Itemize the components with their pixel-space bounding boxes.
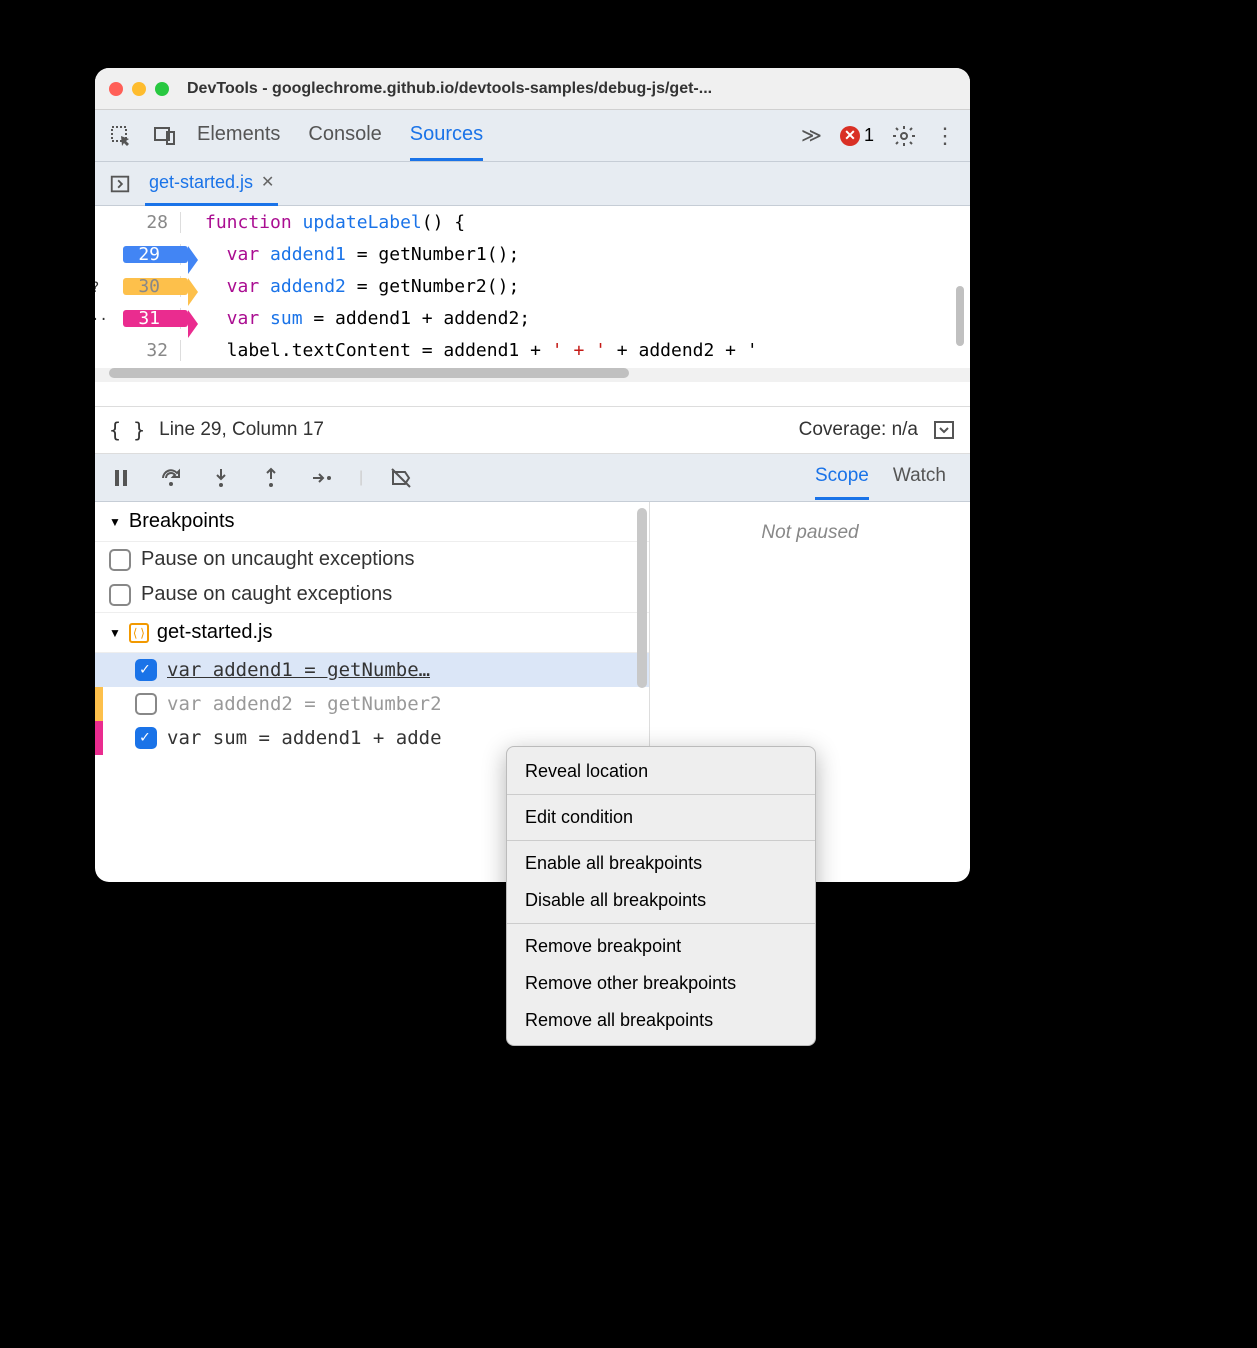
js-file-icon: ⟨⟩ bbox=[129, 623, 149, 643]
main-toolbar: Elements Console Sources ≫ ✕ 1 ⋮ bbox=[95, 110, 970, 162]
tab-console[interactable]: Console bbox=[308, 111, 381, 161]
tab-scope[interactable]: Scope bbox=[815, 455, 869, 500]
panel-scrollbar[interactable] bbox=[637, 508, 649, 688]
breakpoint-checkbox[interactable] bbox=[135, 693, 157, 715]
step-into-icon[interactable] bbox=[209, 466, 233, 490]
window-title: DevTools - googlechrome.github.io/devtoo… bbox=[187, 80, 712, 98]
collapse-panel-icon[interactable] bbox=[932, 418, 956, 442]
status-bar: { } Line 29, Column 17 Coverage: n/a bbox=[95, 406, 970, 454]
error-icon: ✕ bbox=[840, 126, 860, 146]
menu-separator bbox=[507, 794, 815, 795]
coverage-status: Coverage: n/a bbox=[799, 419, 918, 441]
code-editor[interactable]: 28function updateLabel() {29 var addend1… bbox=[95, 206, 970, 406]
line-number[interactable]: ?30 bbox=[95, 276, 180, 297]
breakpoints-header[interactable]: ▼ Breakpoints bbox=[95, 502, 649, 542]
toolbar-right: ≫ ✕ 1 ⋮ bbox=[801, 123, 956, 149]
maximize-window-button[interactable] bbox=[155, 82, 169, 96]
breakpoint-stripe bbox=[95, 687, 103, 721]
menu-item[interactable]: Edit condition bbox=[507, 799, 815, 836]
error-count: 1 bbox=[864, 125, 874, 146]
code-content: var sum = addend1 + addend2; bbox=[180, 308, 530, 329]
menu-separator bbox=[507, 840, 815, 841]
pause-icon[interactable] bbox=[109, 466, 133, 490]
disclosure-triangle-icon: ▼ bbox=[109, 626, 121, 640]
pause-uncaught-checkbox[interactable] bbox=[109, 549, 131, 571]
pause-caught-checkbox[interactable] bbox=[109, 584, 131, 606]
close-window-button[interactable] bbox=[109, 82, 123, 96]
step-over-icon[interactable] bbox=[159, 466, 183, 490]
code-content: function updateLabel() { bbox=[180, 212, 465, 233]
menu-separator bbox=[507, 923, 815, 924]
code-line[interactable]: ?30 var addend2 = getNumber2(); bbox=[95, 270, 970, 302]
more-tabs-icon[interactable]: ≫ bbox=[801, 123, 822, 148]
menu-item[interactable]: Remove breakpoint bbox=[507, 928, 815, 965]
menu-item[interactable]: Disable all breakpoints bbox=[507, 882, 815, 919]
breakpoint-label: var sum = addend1 + adde bbox=[167, 727, 442, 749]
cursor-position: Line 29, Column 17 bbox=[159, 419, 324, 441]
line-number[interactable]: ··31 bbox=[95, 308, 180, 329]
code-line[interactable]: ··31 var sum = addend1 + addend2; bbox=[95, 302, 970, 334]
titlebar: DevTools - googlechrome.github.io/devtoo… bbox=[95, 68, 970, 110]
tab-elements[interactable]: Elements bbox=[197, 111, 280, 161]
main-tabs: Elements Console Sources bbox=[197, 111, 781, 161]
file-tab-label: get-started.js bbox=[149, 172, 253, 193]
debug-toolbar: | Scope Watch bbox=[95, 454, 970, 502]
file-tabbar: get-started.js ✕ bbox=[95, 162, 970, 206]
breakpoint-label: var addend2 = getNumber2 bbox=[167, 693, 442, 715]
kebab-menu-icon[interactable]: ⋮ bbox=[934, 123, 956, 149]
line-number[interactable]: 28 bbox=[95, 212, 180, 233]
disclosure-triangle-icon: ▼ bbox=[109, 515, 121, 529]
line-number[interactable]: 29 bbox=[95, 244, 180, 265]
pause-caught-label: Pause on caught exceptions bbox=[141, 583, 392, 606]
breakpoint-file-label: get-started.js bbox=[157, 621, 273, 644]
breakpoint-stripe bbox=[95, 721, 103, 755]
code-content: var addend2 = getNumber2(); bbox=[180, 276, 519, 297]
menu-item[interactable]: Reveal location bbox=[507, 753, 815, 790]
breakpoint-label: var addend1 = getNumbe… bbox=[167, 659, 430, 681]
step-out-icon[interactable] bbox=[259, 466, 283, 490]
context-menu: Reveal location Edit condition Enable al… bbox=[506, 746, 816, 1046]
breakpoint-item[interactable]: var addend2 = getNumber2 bbox=[95, 687, 649, 721]
pretty-print-icon[interactable]: { } bbox=[109, 418, 145, 442]
breakpoint-file-header[interactable]: ▼ ⟨⟩ get-started.js bbox=[95, 612, 649, 653]
settings-icon[interactable] bbox=[892, 124, 916, 148]
tab-sources[interactable]: Sources bbox=[410, 111, 483, 161]
horizontal-scrollbar[interactable] bbox=[95, 368, 970, 382]
minimize-window-button[interactable] bbox=[132, 82, 146, 96]
breakpoint-item[interactable]: var addend1 = getNumbe… bbox=[95, 653, 649, 687]
deactivate-breakpoints-icon[interactable] bbox=[389, 466, 413, 490]
close-tab-icon[interactable]: ✕ bbox=[261, 172, 274, 192]
pause-uncaught-label: Pause on uncaught exceptions bbox=[141, 548, 415, 571]
code-content: var addend1 = getNumber1(); bbox=[180, 244, 519, 265]
vertical-scrollbar[interactable] bbox=[956, 206, 968, 406]
step-icon[interactable] bbox=[309, 466, 333, 490]
inspect-element-icon[interactable] bbox=[109, 124, 133, 148]
navigator-toggle-icon[interactable] bbox=[109, 173, 131, 195]
scope-message: Not paused bbox=[761, 522, 858, 543]
breakpoints-header-label: Breakpoints bbox=[129, 510, 235, 533]
menu-item[interactable]: Remove all breakpoints bbox=[507, 1002, 815, 1039]
code-line[interactable]: 28function updateLabel() { bbox=[95, 206, 970, 238]
code-content: label.textContent = addend1 + ' + ' + ad… bbox=[180, 340, 758, 361]
pause-uncaught-row[interactable]: Pause on uncaught exceptions bbox=[95, 542, 649, 577]
file-tab[interactable]: get-started.js ✕ bbox=[145, 162, 278, 206]
device-toolbar-icon[interactable] bbox=[153, 124, 177, 148]
pause-caught-row[interactable]: Pause on caught exceptions bbox=[95, 577, 649, 612]
traffic-lights bbox=[109, 82, 169, 96]
tab-watch[interactable]: Watch bbox=[893, 455, 946, 500]
code-line[interactable]: 29 var addend1 = getNumber1(); bbox=[95, 238, 970, 270]
error-badge[interactable]: ✕ 1 bbox=[840, 125, 874, 146]
menu-item[interactable]: Remove other breakpoints bbox=[507, 965, 815, 1002]
breakpoint-checkbox[interactable] bbox=[135, 659, 157, 681]
code-line[interactable]: 32 label.textContent = addend1 + ' + ' +… bbox=[95, 334, 970, 366]
menu-item[interactable]: Enable all breakpoints bbox=[507, 845, 815, 882]
line-number[interactable]: 32 bbox=[95, 340, 180, 361]
breakpoint-checkbox[interactable] bbox=[135, 727, 157, 749]
scope-tabs: Scope Watch bbox=[815, 455, 956, 500]
